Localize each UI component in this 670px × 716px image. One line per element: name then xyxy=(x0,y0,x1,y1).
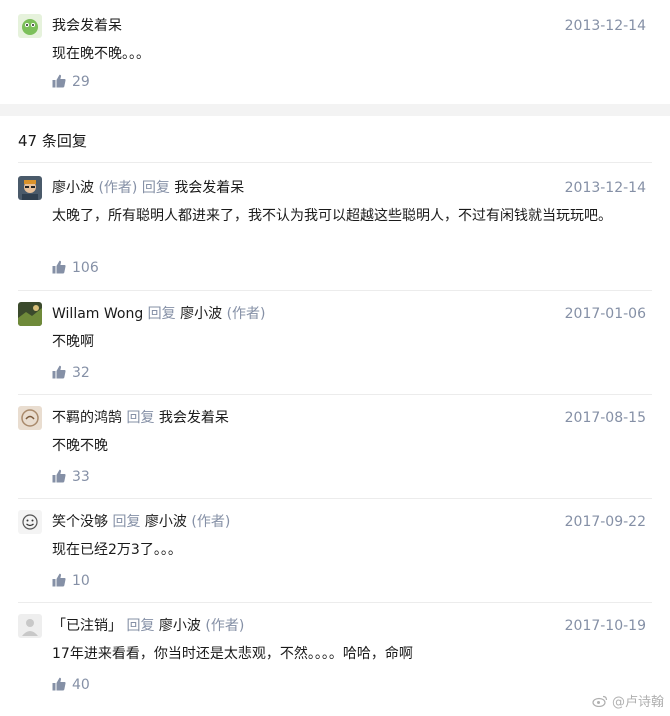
comment-date: 2017-08-15 xyxy=(564,410,646,426)
like-button[interactable]: 29 xyxy=(52,72,90,92)
thumbs-up-icon xyxy=(52,260,66,274)
weibo-icon xyxy=(592,695,607,708)
thumbs-up-icon xyxy=(52,573,66,587)
divider xyxy=(18,602,652,603)
thumbs-up-icon xyxy=(52,365,66,379)
comment-header: 我会发着呆 xyxy=(52,16,122,36)
comment-text: 太晚了，所有聪明人都进来了，我不认为我可以超越这些聪明人，不过有闲钱就当玩玩吧。 xyxy=(52,208,612,224)
comment-text: 现在已经2万3了。。。 xyxy=(52,542,182,558)
comment-date: 2017-10-19 xyxy=(564,618,646,634)
top-comment: 我会发着呆 2013-12-14 现在晚不晚。。。 29 xyxy=(0,0,670,104)
comment-header: Willam Wong 回复 廖小波 (作者) xyxy=(52,304,266,324)
user-name[interactable]: 不羁的鸿鹄 xyxy=(52,410,122,426)
like-button[interactable]: 32 xyxy=(52,363,90,383)
like-count: 40 xyxy=(72,677,90,693)
like-button[interactable]: 33 xyxy=(52,467,90,487)
reply-target-name[interactable]: 我会发着呆 xyxy=(159,410,229,426)
thumbs-up-icon xyxy=(52,74,66,88)
avatar[interactable] xyxy=(18,302,42,326)
comment-date: 2017-09-22 xyxy=(564,514,646,530)
section-gap xyxy=(0,104,670,116)
author-tag: (作者) xyxy=(205,618,245,634)
user-name[interactable]: 「已注销」 xyxy=(52,618,122,634)
reply-label: 回复 xyxy=(141,180,170,196)
thumbs-up-icon xyxy=(52,469,66,483)
divider xyxy=(18,394,652,395)
user-name[interactable]: 廖小波 xyxy=(52,180,94,196)
author-tag: (作者) xyxy=(98,180,138,196)
comment-header: 「已注销」 回复 廖小波 (作者) xyxy=(52,616,244,636)
avatar[interactable] xyxy=(18,176,42,200)
comment-date: 2013-12-14 xyxy=(564,18,646,34)
divider xyxy=(18,162,652,163)
like-button[interactable]: 40 xyxy=(52,675,90,695)
watermark: @卢诗翰 xyxy=(592,691,664,710)
reply-target-name[interactable]: 廖小波 xyxy=(180,306,222,322)
user-name[interactable]: 我会发着呆 xyxy=(52,18,122,34)
like-button[interactable]: 106 xyxy=(52,258,99,278)
like-count: 32 xyxy=(72,365,90,381)
comment-text: 现在晚不晚。。。 xyxy=(52,46,150,62)
reply-label: 回复 xyxy=(126,410,155,426)
user-name[interactable]: Willam Wong xyxy=(52,306,143,322)
author-tag: (作者) xyxy=(191,514,231,530)
reply-label: 回复 xyxy=(126,618,155,634)
like-count: 10 xyxy=(72,573,90,589)
author-tag: (作者) xyxy=(226,306,266,322)
reply-target-name[interactable]: 我会发着呆 xyxy=(174,180,244,196)
comment-date: 2013-12-14 xyxy=(564,180,646,196)
avatar[interactable] xyxy=(18,614,42,638)
avatar[interactable] xyxy=(18,14,42,38)
divider xyxy=(18,290,652,291)
like-count: 29 xyxy=(72,74,90,90)
reply-label: 回复 xyxy=(147,306,176,322)
comment-text: 不晚不晚 xyxy=(52,438,108,454)
like-count: 106 xyxy=(72,260,99,276)
comment-header: 廖小波 (作者) 回复 我会发着呆 xyxy=(52,178,244,198)
comment-header: 不羁的鸿鹄 回复 我会发着呆 xyxy=(52,408,229,428)
user-name[interactable]: 笑个没够 xyxy=(52,514,108,530)
avatar[interactable] xyxy=(18,510,42,534)
reply-label: 回复 xyxy=(112,514,141,530)
reply-count: 47 条回复 xyxy=(18,132,87,150)
comment-text: 17年进来看看，你当时还是太悲观，不然。。。。哈哈，命啊 xyxy=(52,646,413,662)
avatar[interactable] xyxy=(18,406,42,430)
like-button[interactable]: 10 xyxy=(52,571,90,591)
comment-text: 不晚啊 xyxy=(52,334,94,350)
comment-date: 2017-01-06 xyxy=(564,306,646,322)
comment-header: 笑个没够 回复 廖小波 (作者) xyxy=(52,512,230,532)
reply-target-name[interactable]: 廖小波 xyxy=(159,618,201,634)
thumbs-up-icon xyxy=(52,677,66,691)
reply-target-name[interactable]: 廖小波 xyxy=(145,514,187,530)
watermark-text: @卢诗翰 xyxy=(611,695,664,710)
like-count: 33 xyxy=(72,469,90,485)
divider xyxy=(18,498,652,499)
